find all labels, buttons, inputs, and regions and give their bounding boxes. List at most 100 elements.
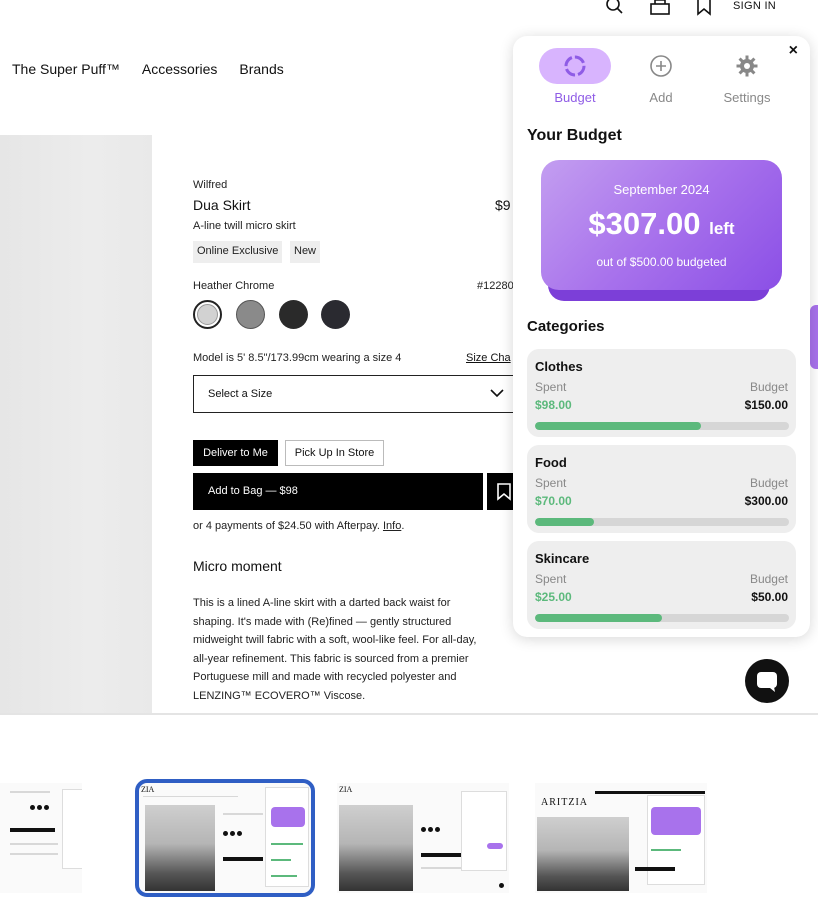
divider xyxy=(0,713,818,715)
thumb-progress xyxy=(651,849,681,851)
chevron-down-icon xyxy=(490,389,504,398)
size-chart-link[interactable]: Size Cha xyxy=(466,352,511,364)
thumbnail-3[interactable]: ZIA xyxy=(337,783,509,893)
category-card-skincare[interactable]: Skincare Spent Budget $25.00 $50.00 xyxy=(527,541,796,629)
budget-label: Budget xyxy=(749,572,788,586)
progress-fill xyxy=(535,614,662,622)
swatch-dark-navy[interactable] xyxy=(321,300,350,329)
thumb-line xyxy=(223,813,263,815)
search-icon[interactable] xyxy=(605,0,625,16)
tab-settings-pill xyxy=(711,48,783,84)
close-button[interactable]: × xyxy=(789,42,798,60)
tag-online-exclusive: Online Exclusive xyxy=(193,241,283,263)
thumb-bar xyxy=(10,828,55,832)
details-line: LENZING™ ECOVERO™ Viscose. xyxy=(193,689,366,702)
thumbnail-2-selected[interactable]: ZIA xyxy=(135,779,315,897)
swatch-heather-chrome[interactable] xyxy=(193,300,222,329)
product-brand[interactable]: Wilfred xyxy=(193,179,227,191)
spent-label: Spent xyxy=(535,476,567,490)
details-line: midweight twill fabric with a soft, wool… xyxy=(193,634,477,646)
model-info: Model is 5' 8.5"/173.99cm wearing a size… xyxy=(193,352,402,364)
thumb-logo: ZIA xyxy=(339,785,353,794)
thumb-model-image xyxy=(145,805,215,891)
product-name: Dua Skirt xyxy=(193,197,251,213)
progress-track xyxy=(535,422,789,430)
nav-item-super-puff[interactable]: The Super Puff™ xyxy=(12,61,120,77)
progress-track xyxy=(535,518,789,526)
main-nav: The Super Puff™ Accessories Brands xyxy=(12,61,284,77)
tab-add[interactable]: Add xyxy=(625,48,697,105)
screen: SIGN IN The Super Puff™ Accessories Bran… xyxy=(0,0,818,900)
budget-month: September 2024 xyxy=(613,182,710,197)
afterpay-text: or 4 payments of $24.50 with Afterpay. I… xyxy=(193,520,404,532)
category-name: Clothes xyxy=(535,359,583,374)
thumb-bar xyxy=(595,791,705,794)
nav-item-accessories[interactable]: Accessories xyxy=(142,61,217,77)
thumb-line xyxy=(10,791,50,793)
thumbnail-1[interactable] xyxy=(0,783,82,893)
thumb-progress xyxy=(271,875,297,877)
thumb-line xyxy=(10,853,58,855)
thumb-bar xyxy=(223,857,263,861)
thumb-button xyxy=(487,843,503,849)
spent-value: $98.00 xyxy=(535,398,572,412)
tag-new: New xyxy=(290,241,321,263)
thumb-dot xyxy=(223,831,228,836)
add-to-bag-button[interactable]: Add to Bag — $98 xyxy=(193,473,483,510)
category-card-food[interactable]: Food Spent Budget $70.00 $300.00 xyxy=(527,445,796,533)
side-accent-tab[interactable] xyxy=(810,305,818,369)
thumb-budget-card xyxy=(271,807,305,827)
color-name: Heather Chrome xyxy=(193,280,275,292)
product-image[interactable] xyxy=(0,135,152,713)
product-price: $9 xyxy=(495,197,511,213)
tab-add-pill xyxy=(625,48,697,84)
budget-amount: $307.00 left xyxy=(541,206,782,242)
thumb-dot xyxy=(435,827,440,832)
afterpay-info-link[interactable]: Info xyxy=(383,520,401,532)
budget-value: $50.00 xyxy=(751,590,788,604)
thumb-progress xyxy=(271,859,291,861)
budget-title: Your Budget xyxy=(527,127,622,144)
spent-value: $25.00 xyxy=(535,590,572,604)
swatch-black[interactable] xyxy=(279,300,308,329)
thumb-model-image xyxy=(339,805,413,891)
chat-bubble-icon xyxy=(757,672,777,692)
bag-icon[interactable] xyxy=(649,0,671,16)
nav-item-brands[interactable]: Brands xyxy=(239,61,283,77)
section-title: Micro moment xyxy=(193,558,282,574)
chat-button[interactable] xyxy=(745,659,789,703)
swatch-grey[interactable] xyxy=(236,300,265,329)
thumb-logo: ZIA xyxy=(141,785,155,794)
sign-in-link[interactable]: SIGN IN xyxy=(733,0,776,12)
category-card-clothes[interactable]: Clothes Spent Budget $98.00 $150.00 xyxy=(527,349,796,437)
tab-settings-label: Settings xyxy=(723,90,771,105)
product-details: This is a lined A-line skirt with a dart… xyxy=(193,594,511,705)
category-name: Food xyxy=(535,455,567,470)
thumbnail-4[interactable]: ARITZIA xyxy=(535,783,707,893)
product-sku: #12280 xyxy=(477,280,514,292)
thumb-panel xyxy=(461,791,507,871)
pick-up-in-store-button[interactable]: Pick Up In Store xyxy=(285,440,384,466)
deliver-to-me-button[interactable]: Deliver to Me xyxy=(193,440,278,466)
budget-label: Budget xyxy=(749,380,788,394)
details-line: Portuguese mill and made with recycled p… xyxy=(193,671,457,683)
details-line: This is a lined A-line skirt with a dart… xyxy=(193,597,451,609)
budget-left-label: left xyxy=(709,219,735,238)
size-select[interactable]: Select a Size xyxy=(193,375,521,413)
thumb-model-image xyxy=(537,817,629,891)
tab-budget[interactable]: Budget xyxy=(539,48,611,105)
thumb-panel xyxy=(265,787,309,887)
spent-label: Spent xyxy=(535,380,567,394)
progress-fill xyxy=(535,518,595,526)
afterpay-period: . xyxy=(401,520,405,532)
budget-ring-icon xyxy=(564,55,586,77)
thumb-dot xyxy=(30,805,35,810)
details-line: shaping. It's made with (Re)fined — gent… xyxy=(193,615,452,628)
size-select-value: Select a Size xyxy=(208,388,273,400)
categories-title: Categories xyxy=(527,318,605,335)
progress-track xyxy=(535,614,789,622)
bookmark-icon[interactable] xyxy=(696,0,712,16)
tab-settings[interactable]: Settings xyxy=(711,48,783,105)
thumb-dot xyxy=(44,805,49,810)
budget-label: Budget xyxy=(749,476,788,490)
